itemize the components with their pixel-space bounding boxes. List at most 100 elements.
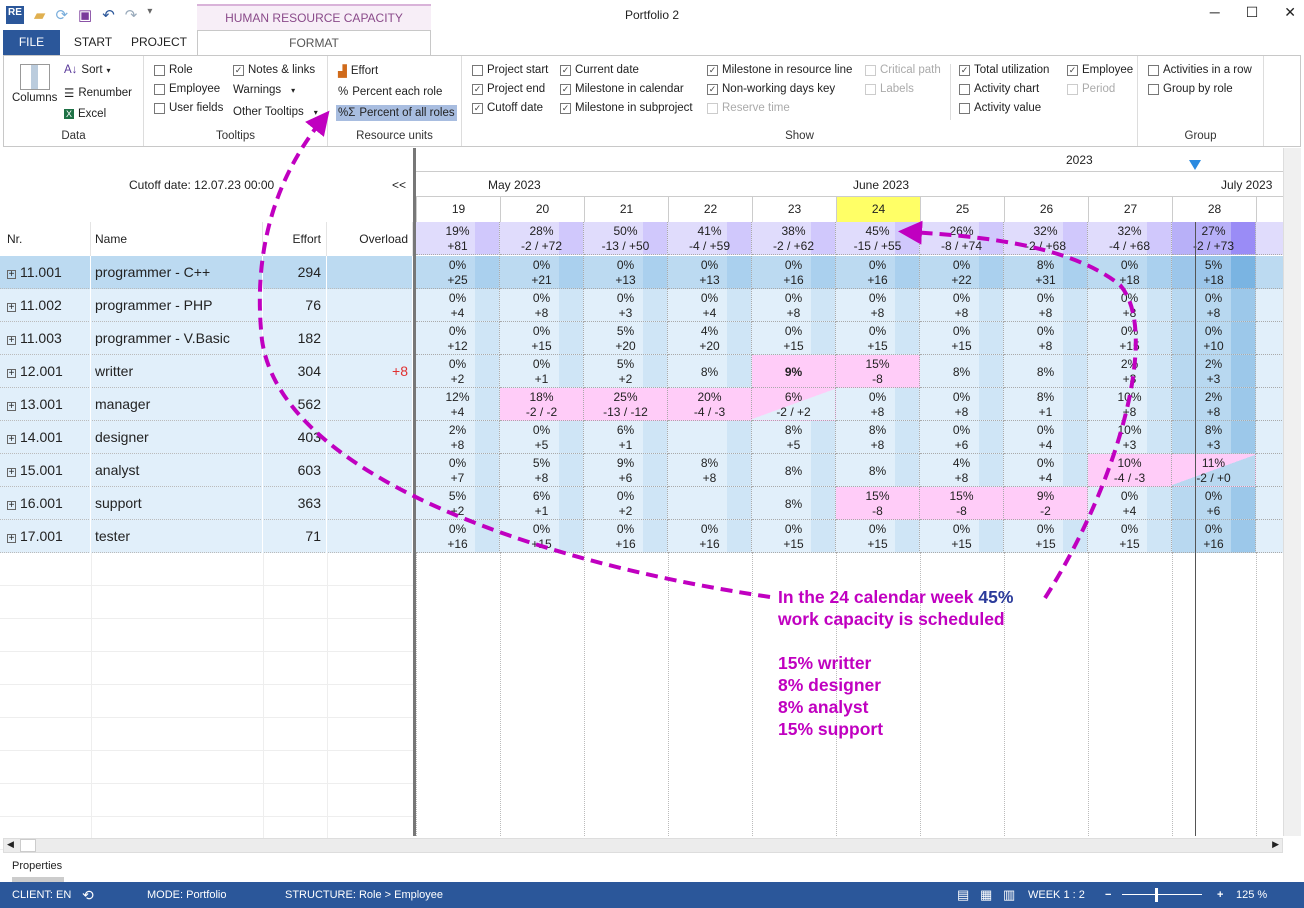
sort-button[interactable]: A↓ Sort ▾ bbox=[64, 64, 111, 76]
total-utilization-cell[interactable]: 32% -2 / +68 bbox=[1004, 222, 1088, 255]
capacity-cell[interactable]: 0% +2 bbox=[416, 355, 500, 388]
total-utilization-cell[interactable] bbox=[1256, 222, 1283, 255]
week-header[interactable]: 19 bbox=[416, 197, 500, 222]
grid-view-icon[interactable]: ▦ bbox=[980, 882, 992, 908]
table-row[interactable]: +14.001 designer 403 bbox=[0, 421, 413, 454]
employee-checkbox[interactable]: Employee bbox=[154, 83, 220, 95]
capacity-cell[interactable]: 2% +8 bbox=[416, 421, 500, 454]
show-checkbox-activity-chart[interactable]: Activity chart bbox=[959, 83, 1039, 95]
capacity-cell[interactable]: 0% +6 bbox=[1172, 487, 1256, 520]
week-header[interactable]: 20 bbox=[500, 197, 584, 222]
show-checkbox-project-end[interactable]: ✓ Project end bbox=[472, 83, 545, 95]
capacity-cell[interactable]: 0% +2 bbox=[584, 487, 668, 520]
capacity-cell[interactable]: 0% +1 bbox=[500, 355, 584, 388]
capacity-cell[interactable]: 0% +8 bbox=[1004, 322, 1088, 355]
other-tooltips-dropdown[interactable]: Other Tooltips ▾ bbox=[233, 106, 318, 118]
collapse-button[interactable]: << bbox=[392, 178, 406, 192]
maximize-button[interactable]: ☐ bbox=[1246, 4, 1259, 21]
group-by-role-checkbox[interactable]: Group by role bbox=[1148, 83, 1233, 95]
capacity-cell[interactable]: 8% bbox=[668, 355, 752, 388]
capacity-cell[interactable] bbox=[1256, 388, 1283, 421]
week-header[interactable]: 25 bbox=[920, 197, 1004, 222]
vertical-scrollbar[interactable] bbox=[1283, 148, 1301, 836]
zoom-slider-thumb[interactable] bbox=[1155, 888, 1158, 902]
capacity-cell[interactable]: 0% +15 bbox=[920, 322, 1004, 355]
capacity-cell[interactable]: 2% +3 bbox=[1172, 355, 1256, 388]
capacity-cell[interactable]: 10% -4 / -3 bbox=[1088, 454, 1172, 487]
capacity-cell[interactable]: 0% +15 bbox=[500, 322, 584, 355]
capacity-cell[interactable]: 0% +16 bbox=[584, 520, 668, 553]
capacity-cell[interactable]: 8% +8 bbox=[668, 454, 752, 487]
capacity-cell[interactable]: 0% +16 bbox=[1172, 520, 1256, 553]
expand-icon[interactable]: + bbox=[7, 468, 16, 478]
capacity-cell[interactable]: 4% +8 bbox=[920, 454, 1004, 487]
capacity-cell[interactable]: 0% +13 bbox=[668, 256, 752, 289]
capacity-cell[interactable]: 2% +3 bbox=[1088, 355, 1172, 388]
sync-icon[interactable]: ⟲ bbox=[82, 882, 94, 908]
capacity-cell[interactable]: 10% +8 bbox=[1088, 388, 1172, 421]
notes-links-checkbox[interactable]: ✓ Notes & links bbox=[233, 64, 315, 76]
capacity-cell[interactable]: 0% +15 bbox=[752, 322, 836, 355]
tab-project[interactable]: PROJECT bbox=[126, 30, 192, 55]
capacity-cell[interactable]: 0% +4 bbox=[1004, 421, 1088, 454]
column-header-nr[interactable]: Nr. bbox=[0, 222, 91, 256]
capacity-cell[interactable]: 0% +15 bbox=[1088, 520, 1172, 553]
capacity-cell[interactable]: 0% +15 bbox=[836, 322, 920, 355]
capacity-cell[interactable]: 0% +6 bbox=[920, 421, 1004, 454]
total-utilization-cell[interactable]: 45% -15 / +55 bbox=[836, 222, 920, 255]
show-checkbox-project-start[interactable]: Project start bbox=[472, 64, 548, 76]
warnings-dropdown[interactable]: Warnings ▾ bbox=[233, 84, 295, 96]
capacity-cell[interactable]: 8% +31 bbox=[1004, 256, 1088, 289]
table-row[interactable]: +13.001 manager 562 bbox=[0, 388, 413, 421]
total-utilization-cell[interactable]: 27% -2 / +73 bbox=[1172, 222, 1256, 255]
capacity-cell[interactable]: 15% -8 bbox=[920, 487, 1004, 520]
capacity-cell[interactable]: 0% +22 bbox=[920, 256, 1004, 289]
week-header[interactable]: 28 bbox=[1172, 197, 1256, 222]
show-checkbox-employee[interactable]: ✓ Employee bbox=[1067, 64, 1133, 76]
capacity-cell[interactable]: 20% -4 / -3 bbox=[668, 388, 752, 421]
capacity-cell[interactable]: 0% +8 bbox=[920, 289, 1004, 322]
renumber-button[interactable]: ☰ Renumber bbox=[64, 86, 132, 100]
capacity-cell[interactable] bbox=[1256, 454, 1283, 487]
expand-icon[interactable]: + bbox=[7, 501, 16, 511]
capacity-cell[interactable] bbox=[668, 487, 752, 520]
capacity-cell[interactable]: 8% +5 bbox=[752, 421, 836, 454]
table-row[interactable]: +17.001 tester 71 bbox=[0, 520, 413, 553]
capacity-cell[interactable]: 8% bbox=[752, 487, 836, 520]
capacity-cell[interactable]: 8% bbox=[836, 454, 920, 487]
tab-start[interactable]: START bbox=[64, 30, 122, 55]
week-header[interactable]: 23 bbox=[752, 197, 836, 222]
capacity-cell[interactable]: 12% +4 bbox=[416, 388, 500, 421]
capacity-cell[interactable]: 0% +12 bbox=[416, 322, 500, 355]
capacity-cell[interactable] bbox=[1256, 355, 1283, 388]
zoom-out-button[interactable]: − bbox=[1105, 882, 1111, 908]
layout-icon[interactable]: ▤ bbox=[957, 882, 969, 908]
capacity-cell[interactable]: 0% +15 bbox=[500, 520, 584, 553]
horizontal-scrollbar[interactable]: ◀ ▶ bbox=[3, 838, 1283, 853]
capacity-cell[interactable]: 0% +15 bbox=[1088, 322, 1172, 355]
capacity-cell[interactable]: 0% +18 bbox=[1088, 256, 1172, 289]
week-header[interactable]: 26 bbox=[1004, 197, 1088, 222]
capacity-cell[interactable] bbox=[1256, 520, 1283, 553]
capacity-cell[interactable]: 0% +16 bbox=[416, 520, 500, 553]
capacity-cell[interactable]: 10% +3 bbox=[1088, 421, 1172, 454]
capacity-cell[interactable]: 0% +8 bbox=[1088, 289, 1172, 322]
capacity-cell[interactable]: 9% bbox=[752, 355, 836, 388]
capacity-cell[interactable]: 0% +21 bbox=[500, 256, 584, 289]
total-utilization-cell[interactable]: 19% +81 bbox=[416, 222, 500, 255]
show-checkbox-milestone-in-calendar[interactable]: ✓ Milestone in calendar bbox=[560, 83, 684, 95]
show-checkbox-total-utilization[interactable]: ✓ Total utilization bbox=[959, 64, 1049, 76]
capacity-cell[interactable]: 5% +20 bbox=[584, 322, 668, 355]
capacity-cell[interactable]: 8% +3 bbox=[1172, 421, 1256, 454]
expand-icon[interactable]: + bbox=[7, 303, 16, 313]
expand-icon[interactable]: + bbox=[7, 435, 16, 445]
week-header[interactable]: 27 bbox=[1088, 197, 1172, 222]
show-checkbox-non-working-days-key[interactable]: ✓ Non-working days key bbox=[707, 83, 835, 95]
table-row[interactable]: +12.001 writter 304 +8 bbox=[0, 355, 413, 388]
week-header[interactable] bbox=[1256, 197, 1283, 222]
capacity-cell[interactable]: 0% +25 bbox=[416, 256, 500, 289]
capacity-cell[interactable]: 0% +8 bbox=[752, 289, 836, 322]
capacity-cell[interactable]: 0% +8 bbox=[836, 289, 920, 322]
capacity-cell[interactable]: 0% +4 bbox=[416, 289, 500, 322]
expand-icon[interactable]: + bbox=[7, 402, 16, 412]
